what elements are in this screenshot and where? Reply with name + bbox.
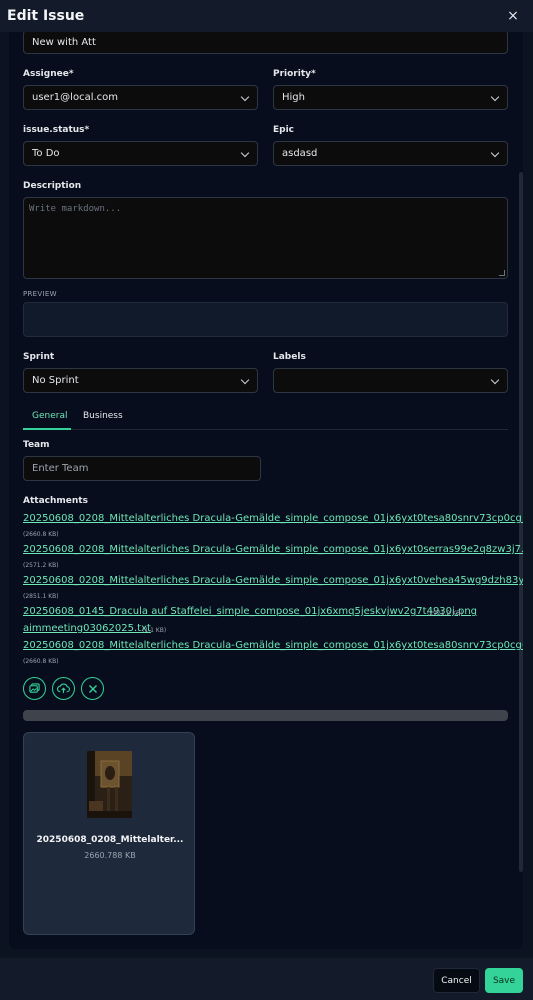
tab-general[interactable]: General [32, 411, 67, 421]
team-input[interactable]: Enter Team [23, 456, 261, 481]
attachment-link[interactable]: 20250608_0208_Mittelalterliches Dracula-… [23, 575, 523, 586]
attachment-link[interactable]: aimmeeting03062025.txt [23, 623, 151, 634]
epic-label: Epic [273, 125, 295, 135]
attachment-link[interactable]: 20250608_0208_Mittelalterliches Dracula-… [23, 513, 523, 524]
attachment-size: (2571.2 KB) [23, 562, 59, 569]
dialog-body: New with Att Assignee* user1@local.com P… [9, 32, 523, 949]
chevron-down-icon [241, 94, 249, 102]
attachments-label: Attachments [23, 496, 88, 506]
clear-icon [88, 684, 97, 693]
dialog-header: Edit Issue × [0, 0, 533, 32]
assignee-label: Assignee* [23, 69, 74, 79]
attachment-size: (2851.1 KB) [23, 593, 59, 600]
team-placeholder: Enter Team [32, 463, 89, 474]
description-placeholder: Write markdown... [29, 204, 122, 214]
active-tab-indicator [23, 428, 71, 430]
assignee-select[interactable]: user1@local.com [23, 85, 258, 110]
labels-label: Labels [273, 352, 306, 362]
assignee-value: user1@local.com [32, 92, 119, 103]
status-value: To Do [32, 148, 60, 159]
attachment-link[interactable]: 20250608_0208_Mittelalterliches Dracula-… [23, 544, 523, 555]
priority-value: High [282, 92, 305, 103]
save-button[interactable]: Save [485, 968, 523, 993]
attachment-link[interactable]: 20250608_0145_Dracula auf Staffelei_simp… [23, 606, 477, 617]
priority-label: Priority* [273, 69, 316, 79]
markdown-preview [23, 302, 508, 337]
chevron-down-icon [491, 150, 499, 158]
chevron-down-icon [491, 377, 499, 385]
attachment-size: (1.1 KB) [142, 627, 167, 634]
dialog-title: Edit Issue [7, 8, 85, 24]
status-select[interactable]: To Do [23, 141, 258, 166]
upload-progress-bar [23, 710, 508, 721]
title-input-value: New with Att [32, 36, 96, 48]
sprint-label: Sprint [23, 352, 55, 362]
tab-business[interactable]: Business [83, 411, 123, 421]
close-icon[interactable]: × [503, 8, 523, 24]
attachment-size: (2921.2 KB) [427, 610, 463, 617]
tab-bar: General Business [23, 408, 508, 430]
team-label: Team [23, 440, 50, 450]
attachment-link[interactable]: 20250608_0208_Mittelalterliches Dracula-… [23, 640, 523, 651]
attachment-preview-card[interactable]: 20250608_0208_Mittelalter... 2660.788 KB [23, 732, 195, 935]
priority-select[interactable]: High [273, 85, 508, 110]
chevron-down-icon [241, 150, 249, 158]
epic-select[interactable]: asdasd [273, 141, 508, 166]
attachment-size: (2660.8 KB) [23, 531, 59, 538]
sprint-value: No Sprint [32, 375, 79, 386]
chevron-down-icon [241, 377, 249, 385]
preview-card-filename: 20250608_0208_Mittelalter... [36, 835, 184, 845]
upload-button[interactable] [52, 677, 75, 700]
epic-value: asdasd [282, 148, 318, 159]
attachment-thumbnail [87, 751, 132, 818]
cancel-button[interactable]: Cancel [433, 968, 480, 993]
description-label: Description [23, 181, 82, 191]
preview-label: PREVIEW [23, 290, 57, 298]
labels-select[interactable] [273, 368, 508, 393]
painting-thumbnail-image [87, 751, 132, 818]
chevron-down-icon [491, 94, 499, 102]
clear-button[interactable] [81, 677, 104, 700]
preview-card-filesize: 2660.788 KB [84, 851, 136, 860]
gallery-icon [29, 683, 40, 693]
attachment-size: (2660.8 KB) [23, 658, 59, 665]
resize-handle-icon[interactable] [499, 270, 505, 276]
upload-cloud-icon [57, 683, 70, 694]
status-label: issue.status* [23, 125, 90, 135]
gallery-button[interactable] [23, 677, 46, 700]
description-textarea[interactable]: Write markdown... [23, 197, 508, 279]
title-input[interactable]: New with Att [23, 32, 508, 54]
sprint-select[interactable]: No Sprint [23, 368, 258, 393]
